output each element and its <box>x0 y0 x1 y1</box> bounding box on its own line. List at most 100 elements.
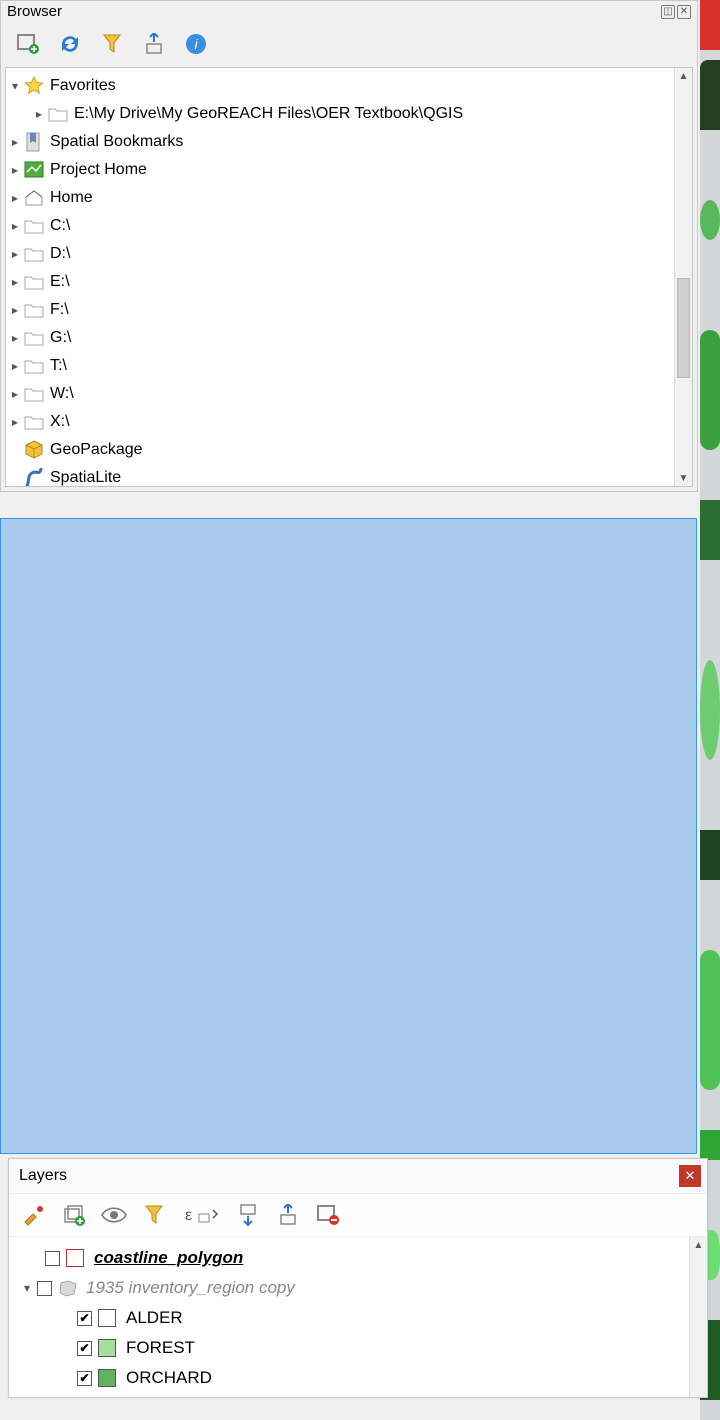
selected-canvas-region[interactable] <box>0 518 697 1154</box>
layer-checkbox[interactable]: ✔ <box>77 1371 92 1386</box>
layer-checkbox[interactable]: ✔ <box>77 1311 92 1326</box>
geopackage-icon <box>22 440 46 460</box>
tree-item-label: D:\ <box>50 245 70 263</box>
layer-cat-alder[interactable]: ✔ ALDER <box>17 1303 685 1333</box>
tree-item-label: Spatial Bookmarks <box>50 133 183 151</box>
expression-icon[interactable]: ε <box>181 1202 221 1228</box>
expand-toggle[interactable]: ▸ <box>8 219 22 233</box>
expand-toggle[interactable]: ▸ <box>8 191 22 205</box>
expand-toggle[interactable]: ▸ <box>8 275 22 289</box>
layer-cat-label: FOREST <box>126 1338 195 1358</box>
tree-item-bookmarks[interactable]: ▸ Spatial Bookmarks <box>8 128 672 156</box>
expand-all-icon[interactable] <box>235 1202 261 1228</box>
layer-symbol <box>98 1339 116 1357</box>
layer-coastline[interactable]: coastline_polygon <box>17 1243 685 1273</box>
layer-cat-label: ORCHARD <box>126 1368 212 1388</box>
info-icon[interactable]: i <box>183 31 209 57</box>
collapse-icon[interactable] <box>141 31 167 57</box>
tree-item-favorite-path[interactable]: ▸ E:\My Drive\My GeoREACH Files\OER Text… <box>32 100 672 128</box>
layer-checkbox[interactable]: ✔ <box>77 1341 92 1356</box>
browser-tree[interactable]: ▾ Favorites ▸ E:\My Drive\My GeoREACH Fi… <box>6 68 674 486</box>
expand-toggle[interactable]: ▸ <box>8 387 22 401</box>
expand-toggle[interactable]: ▸ <box>8 135 22 149</box>
folder-icon <box>22 218 46 234</box>
tree-item-drive-w[interactable]: ▸ W:\ <box>8 380 672 408</box>
tree-item-home[interactable]: ▸ Home <box>8 184 672 212</box>
scroll-up-icon[interactable]: ▲ <box>675 68 692 84</box>
tree-item-favorites[interactable]: ▾ Favorites <box>8 72 672 100</box>
layer-cat-forest[interactable]: ✔ FOREST <box>17 1333 685 1363</box>
tree-item-drive-e[interactable]: ▸ E:\ <box>8 268 672 296</box>
tree-item-drive-f[interactable]: ▸ F:\ <box>8 296 672 324</box>
close-panel-button[interactable]: ✕ <box>677 5 691 19</box>
remove-icon[interactable] <box>315 1202 341 1228</box>
scroll-thumb[interactable] <box>677 278 690 378</box>
browser-toolbar: i <box>1 23 697 67</box>
bookmark-icon <box>22 132 46 152</box>
add-group-icon[interactable] <box>61 1202 87 1228</box>
tree-item-drive-g[interactable]: ▸ G:\ <box>8 324 672 352</box>
close-button[interactable]: ✕ <box>679 1165 701 1187</box>
star-icon <box>22 76 46 96</box>
dock-button[interactable]: ◫ <box>661 5 675 19</box>
expand-toggle[interactable]: ▸ <box>8 247 22 261</box>
add-layer-icon[interactable] <box>15 31 41 57</box>
tree-item-label: Favorites <box>50 77 116 95</box>
layers-panel: Layers ✕ ε <box>8 1158 708 1398</box>
tree-item-label: Project Home <box>50 161 147 179</box>
browser-title: Browser <box>7 3 62 20</box>
folder-icon <box>22 358 46 374</box>
tree-item-label: E:\My Drive\My GeoREACH Files\OER Textbo… <box>74 105 463 123</box>
browser-titlebar[interactable]: Browser ◫ ✕ <box>1 1 697 23</box>
layer-group-1935[interactable]: ▾ 1935 inventory_region copy <box>17 1273 685 1303</box>
tree-item-drive-c[interactable]: ▸ C:\ <box>8 212 672 240</box>
tree-item-drive-x[interactable]: ▸ X:\ <box>8 408 672 436</box>
expand-toggle[interactable]: ▸ <box>8 163 22 177</box>
tree-item-drive-t[interactable]: ▸ T:\ <box>8 352 672 380</box>
layer-symbol <box>98 1309 116 1327</box>
tree-item-label: C:\ <box>50 217 70 235</box>
expand-toggle[interactable]: ▸ <box>8 415 22 429</box>
tree-item-geopackage[interactable]: ▸ GeoPackage <box>8 436 672 464</box>
folder-icon <box>22 330 46 346</box>
folder-icon <box>22 414 46 430</box>
tree-item-label: T:\ <box>50 357 67 375</box>
tree-item-label: GeoPackage <box>50 441 143 459</box>
layer-label: coastline_polygon <box>94 1248 243 1268</box>
layer-cat-label: ALDER <box>126 1308 183 1328</box>
spatialite-icon <box>22 468 46 486</box>
layer-symbol <box>98 1369 116 1387</box>
expand-toggle[interactable]: ▸ <box>8 331 22 345</box>
tree-item-project-home[interactable]: ▸ Project Home <box>8 156 672 184</box>
expand-toggle[interactable]: ▸ <box>8 303 22 317</box>
expand-toggle[interactable]: ▾ <box>8 79 22 93</box>
style-icon[interactable] <box>21 1202 47 1228</box>
layers-tree[interactable]: coastline_polygon ▾ 1935 inventory_regio… <box>9 1237 689 1397</box>
visibility-icon[interactable] <box>101 1202 127 1228</box>
expand-toggle[interactable]: ▸ <box>8 359 22 373</box>
filter-icon[interactable] <box>141 1202 167 1228</box>
expand-toggle[interactable]: ▸ <box>32 107 46 121</box>
layer-checkbox[interactable] <box>37 1281 52 1296</box>
layers-scrollbar[interactable]: ▲ <box>689 1237 707 1397</box>
layers-title: Layers <box>19 1167 67 1185</box>
scroll-down-icon[interactable]: ▼ <box>675 470 692 486</box>
folder-icon <box>22 246 46 262</box>
refresh-icon[interactable] <box>57 31 83 57</box>
layer-checkbox[interactable] <box>45 1251 60 1266</box>
tree-item-label: E:\ <box>50 273 70 291</box>
tree-item-drive-d[interactable]: ▸ D:\ <box>8 240 672 268</box>
polygon-layer-icon <box>58 1279 80 1297</box>
expand-toggle[interactable]: ▾ <box>17 1281 37 1295</box>
collapse-all-icon[interactable] <box>275 1202 301 1228</box>
layer-cat-orchard[interactable]: ✔ ORCHARD <box>17 1363 685 1393</box>
folder-icon <box>22 274 46 290</box>
tree-item-label: X:\ <box>50 413 70 431</box>
tree-item-spatialite[interactable]: ▸ SpatiaLite <box>8 464 672 486</box>
folder-icon <box>22 302 46 318</box>
svg-text:ε: ε <box>185 1207 192 1224</box>
browser-scrollbar[interactable]: ▲ ▼ <box>674 68 692 486</box>
filter-icon[interactable] <box>99 31 125 57</box>
scroll-up-icon[interactable]: ▲ <box>690 1237 707 1253</box>
layers-titlebar[interactable]: Layers ✕ <box>9 1159 707 1194</box>
